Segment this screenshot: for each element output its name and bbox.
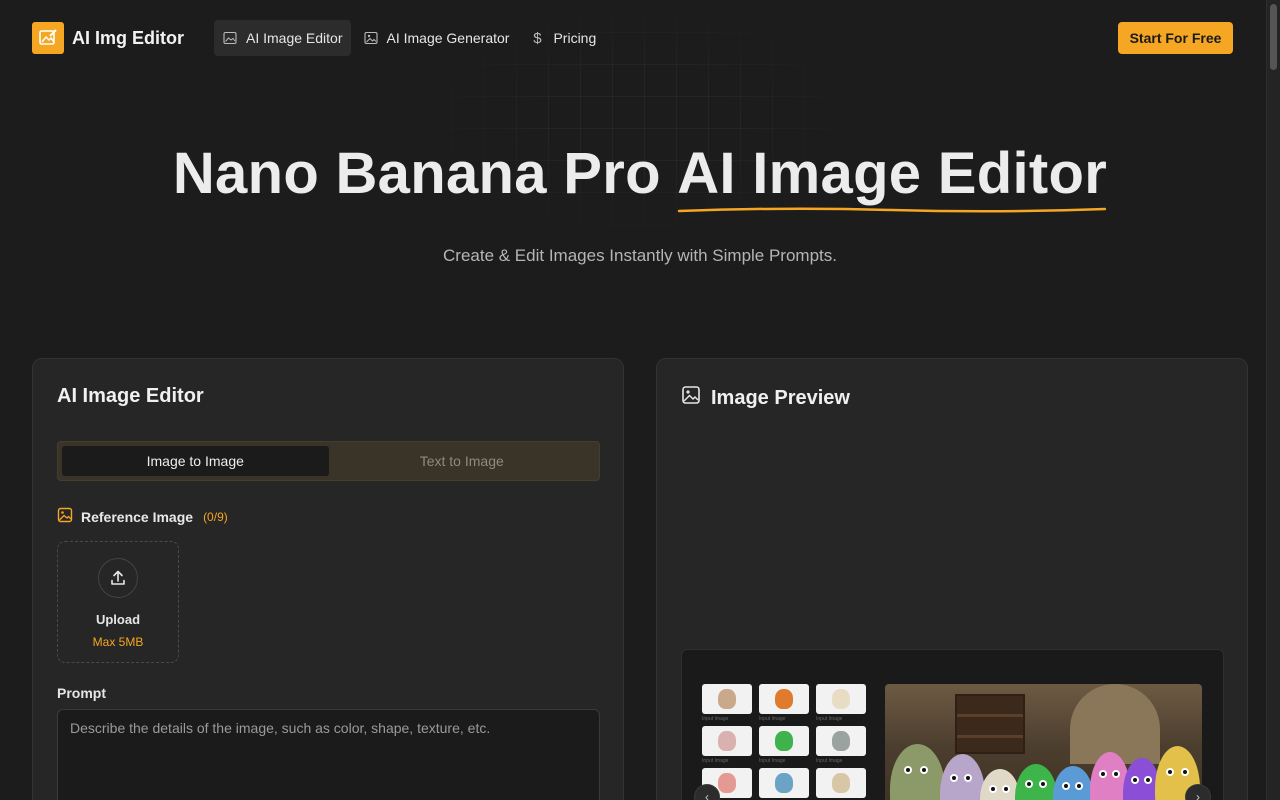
input-thumbnail: Input Image <box>816 768 866 800</box>
image-icon <box>681 385 701 411</box>
tab-text-to-image[interactable]: Text to Image <box>329 446 596 476</box>
input-thumbnail: Input Image <box>759 684 809 722</box>
monster-thumbnail-figure <box>832 689 850 709</box>
thumbnail-image <box>759 684 809 714</box>
thumbnail-image <box>816 726 866 756</box>
preview-panel: Image Preview Input Image Input Image Inpu… <box>656 358 1248 800</box>
image-icon <box>57 507 73 526</box>
monster-thumbnail-figure <box>718 689 736 709</box>
thumbnail-caption: Input Image <box>702 716 729 722</box>
logo-icon <box>32 22 64 54</box>
thumbnail-image <box>702 726 752 756</box>
mode-tabs: Image to Image Text to Image <box>57 441 600 481</box>
monster-figure <box>1015 764 1057 800</box>
upload-max-size: Max 5MB <box>92 635 144 649</box>
nav-item-ai-image-generator[interactable]: AI Image Generator <box>355 20 518 56</box>
main-nav: AI Image Editor AI Image Generator $ Pri… <box>214 20 604 56</box>
arch-window <box>1070 684 1160 764</box>
hero-title-accent: AI Image Editor <box>677 141 1108 206</box>
nav-item-pricing[interactable]: $ Pricing <box>521 20 604 56</box>
thumbnail-caption: Input Image <box>702 758 729 764</box>
preview-title-text: Image Preview <box>711 386 850 409</box>
thumbnail-image <box>816 768 866 798</box>
nav-item-ai-image-editor[interactable]: AI Image Editor <box>214 20 351 56</box>
input-thumbnail: Input Image <box>759 726 809 764</box>
image-edit-icon <box>222 30 238 46</box>
hero-title-main: Nano Banana Pro <box>172 141 678 206</box>
page-scrollbar[interactable] <box>1266 0 1280 800</box>
monster-figure <box>1053 766 1093 800</box>
input-thumbnail: Input Image <box>702 726 752 764</box>
monster-figure <box>890 744 945 800</box>
hero-title-accent-wrap: AI Image Editor <box>677 140 1108 213</box>
prompt-textarea[interactable]: Describe the details of the image, such … <box>57 709 600 800</box>
start-for-free-button[interactable]: Start For Free <box>1118 22 1233 54</box>
nav-label: AI Image Editor <box>246 30 343 46</box>
brand-logo[interactable]: AI Img Editor <box>32 22 184 54</box>
monster-thumbnail-figure <box>718 773 736 793</box>
thumbnail-image <box>759 768 809 798</box>
editor-panel: AI Image Editor Image to Image Text to I… <box>32 358 624 800</box>
monster-thumbnail-figure <box>775 773 793 793</box>
top-navbar: AI Img Editor AI Image Editor AI Image G… <box>0 0 1266 76</box>
accent-underline <box>677 207 1107 213</box>
scrollbar-thumb[interactable] <box>1270 4 1277 70</box>
reference-image-text: Reference Image <box>81 508 194 525</box>
input-thumbnail: Input Image <box>759 768 809 800</box>
monster-thumbnail-figure <box>832 773 850 793</box>
monster-thumbnail-figure <box>718 731 736 751</box>
thumbnail-image <box>816 684 866 714</box>
thumbnail-image <box>702 684 752 714</box>
input-thumbnail: Input Image <box>702 684 752 722</box>
thumbnail-caption: Input Image <box>816 758 843 764</box>
input-thumbnail: Input Image <box>816 684 866 722</box>
input-thumbnail: Input Image <box>816 726 866 764</box>
preview-example-card: Input Image Input Image Input Image Input I… <box>681 649 1224 800</box>
result-image <box>885 684 1202 800</box>
thumbnail-caption: Input Image <box>759 758 786 764</box>
monster-thumbnail-figure <box>832 731 850 751</box>
monster-thumbnail-figure <box>775 731 793 751</box>
carousel-next-button[interactable]: › <box>1185 784 1211 800</box>
monster-thumbnail-figure <box>775 689 793 709</box>
monster-figure <box>980 769 1020 800</box>
editor-panel-title: AI Image Editor <box>57 385 204 407</box>
image-icon <box>363 30 379 46</box>
upload-dropzone[interactable]: Upload Max 5MB <box>57 541 179 663</box>
brand-name: AI Img Editor <box>72 27 184 48</box>
hero-title: Nano Banana Pro AI Image Editor <box>0 140 1280 213</box>
dollar-icon: $ <box>533 29 542 47</box>
thumbnail-caption: Input Image <box>759 716 786 722</box>
thumbnail-image <box>759 726 809 756</box>
tab-image-to-image[interactable]: Image to Image <box>62 446 329 476</box>
input-thumbnails: Input Image Input Image Input Image Input I… <box>702 684 866 800</box>
upload-label: Upload <box>95 612 141 627</box>
hero-subtitle: Create & Edit Images Instantly with Simp… <box>443 246 837 265</box>
reference-image-count: (0/9) <box>203 509 228 524</box>
thumbnail-caption: Input Image <box>816 716 843 722</box>
preview-panel-title: Image Preview <box>681 385 850 411</box>
reference-image-label: Reference Image (0/9) <box>57 507 228 526</box>
nav-label: Pricing <box>553 30 597 46</box>
prompt-label: Prompt <box>57 685 106 701</box>
monster-figure <box>940 754 985 800</box>
nav-label: AI Image Generator <box>386 30 510 46</box>
upload-icon <box>98 558 138 598</box>
bookshelf <box>955 694 1025 754</box>
